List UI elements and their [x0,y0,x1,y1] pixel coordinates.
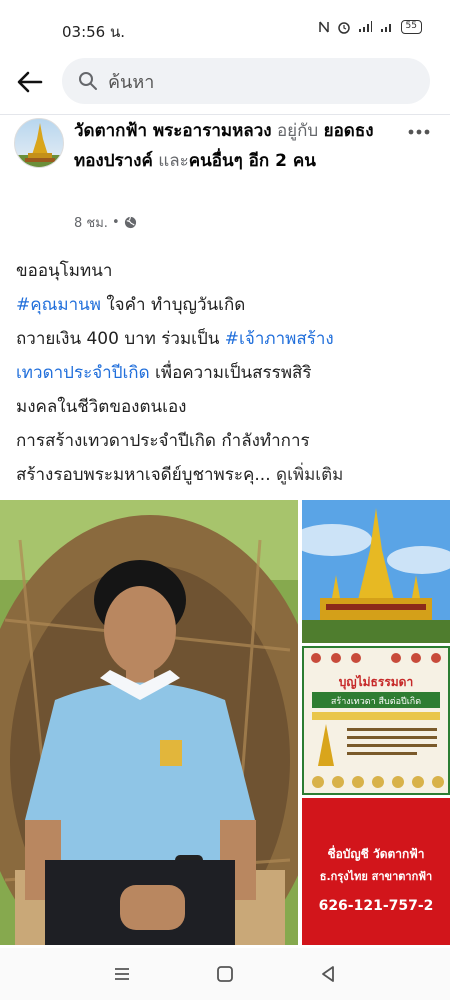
back-button[interactable] [12,64,48,100]
recents-icon [114,968,129,980]
poster-illustration: บุญไม่ธรรมดา สร้างเทวดา สืบต่อปีเกิด [302,646,450,795]
more-options-button[interactable] [408,116,430,140]
post-line-3: ถวายเงิน 400 บาท ร่วมเป็น #เจ้าภาพสร้าง [16,329,334,349]
recents-button[interactable] [102,954,142,994]
post-line-6: การสร้างเทวดาประจำปีเกิด กำลังทำการ [16,431,310,451]
bank-account-image: ชื่อบัญชี วัดตากฟ้า ธ.กรุงไทย สาขาตากฟ้า… [302,798,450,945]
account-number: 626-121-757-2 [319,898,434,914]
signal-icon [358,21,372,32]
and-text: และ [158,151,189,171]
home-icon [217,966,233,982]
globe-icon [124,216,136,229]
alarm-icon [337,22,350,34]
post-line-1: ขออนุโมทนา [16,261,113,281]
photo-stupa[interactable] [302,500,450,643]
photo-bank-account[interactable]: ชื่อบัญชี วัดตากฟ้า ธ.กรุงไทย สาขาตากฟ้า… [302,798,450,945]
search-input[interactable]: ค้นหา [62,58,430,104]
back-icon [322,966,335,982]
see-more-link[interactable]: ดูเพิ่มเติม [276,465,343,485]
stupa-photo-illustration [302,500,450,643]
photo-poster[interactable]: บุญไม่ธรรมดา สร้างเทวดา สืบต่อปีเกิด [302,646,450,795]
post-body: ขออนุโมทนา #คุณมานพ ใจคำ ทำบุญวันเกิด ถว… [16,254,436,492]
divider [0,114,450,115]
search-header: ค้นหา [0,58,450,106]
stupa-avatar-image [15,123,63,167]
account-bank: ธ.กรุงไทย สาขาตากฟ้า [320,869,432,884]
meta-dot: • [111,215,120,230]
poster-subtitle: สร้างเทวดา สืบต่อปีเกิด [331,696,421,707]
battery-icon: 55 [400,20,422,34]
more-icon [408,129,430,135]
search-icon [79,72,97,90]
status-icons: 55 [317,20,422,34]
hashtag-link[interactable]: #คุณมานพ [16,295,101,315]
post-line-5: มงคลในชีวิตของตนเอง [16,397,187,417]
post-line-7: สร้างรอบพระมหาเจดีย์บูชาพระคุ... ดูเพิ่ม… [16,465,344,485]
status-time: 03:56 น. [62,23,126,41]
photo-grid: บุญไม่ธรรมดา สร้างเทวดา สืบต่อปีเกิด ชื่… [0,500,450,945]
hashtag-link-2[interactable]: #เจ้าภาพสร้าง [225,329,334,349]
photo-person[interactable] [0,500,298,945]
others-link[interactable]: คนอื่นๆ อีก 2 คน [189,151,316,171]
poster-title: บุญไม่ธรรมดา [339,674,413,690]
status-bar: 03:56 น. 55 [0,0,450,58]
page-avatar[interactable] [14,118,64,168]
hashtag-link-2-cont[interactable]: เทวดาประจำปีเกิด [16,363,150,383]
person-photo-illustration [0,500,298,945]
post-line-4: เทวดาประจำปีเกิด เพื่อความเป็นสรรพสิริ [16,363,312,383]
post-meta: 8 ชม. • [74,212,137,233]
signal-icon-2 [380,24,391,32]
post-timestamp[interactable]: 8 ชม. [74,212,108,233]
with-text: อยู่กับ [276,121,319,141]
search-placeholder: ค้นหา [108,71,155,93]
account-name: ชื่อบัญชี วัดตากฟ้า [327,845,424,861]
post-line-2: #คุณมานพ ใจคำ ทำบุญวันเกิด [16,295,246,315]
post-attribution: วัดตากฟ้า พระอารามหลวง อยู่กับ ยอดธง ทอง… [74,116,404,176]
back-arrow-icon [17,71,43,93]
home-button[interactable] [205,954,245,994]
nav-back-button[interactable] [308,954,348,994]
system-nav-bar [0,948,450,1000]
nfc-icon [318,21,329,33]
page-name-link[interactable]: วัดตากฟ้า พระอารามหลวง [74,121,272,141]
